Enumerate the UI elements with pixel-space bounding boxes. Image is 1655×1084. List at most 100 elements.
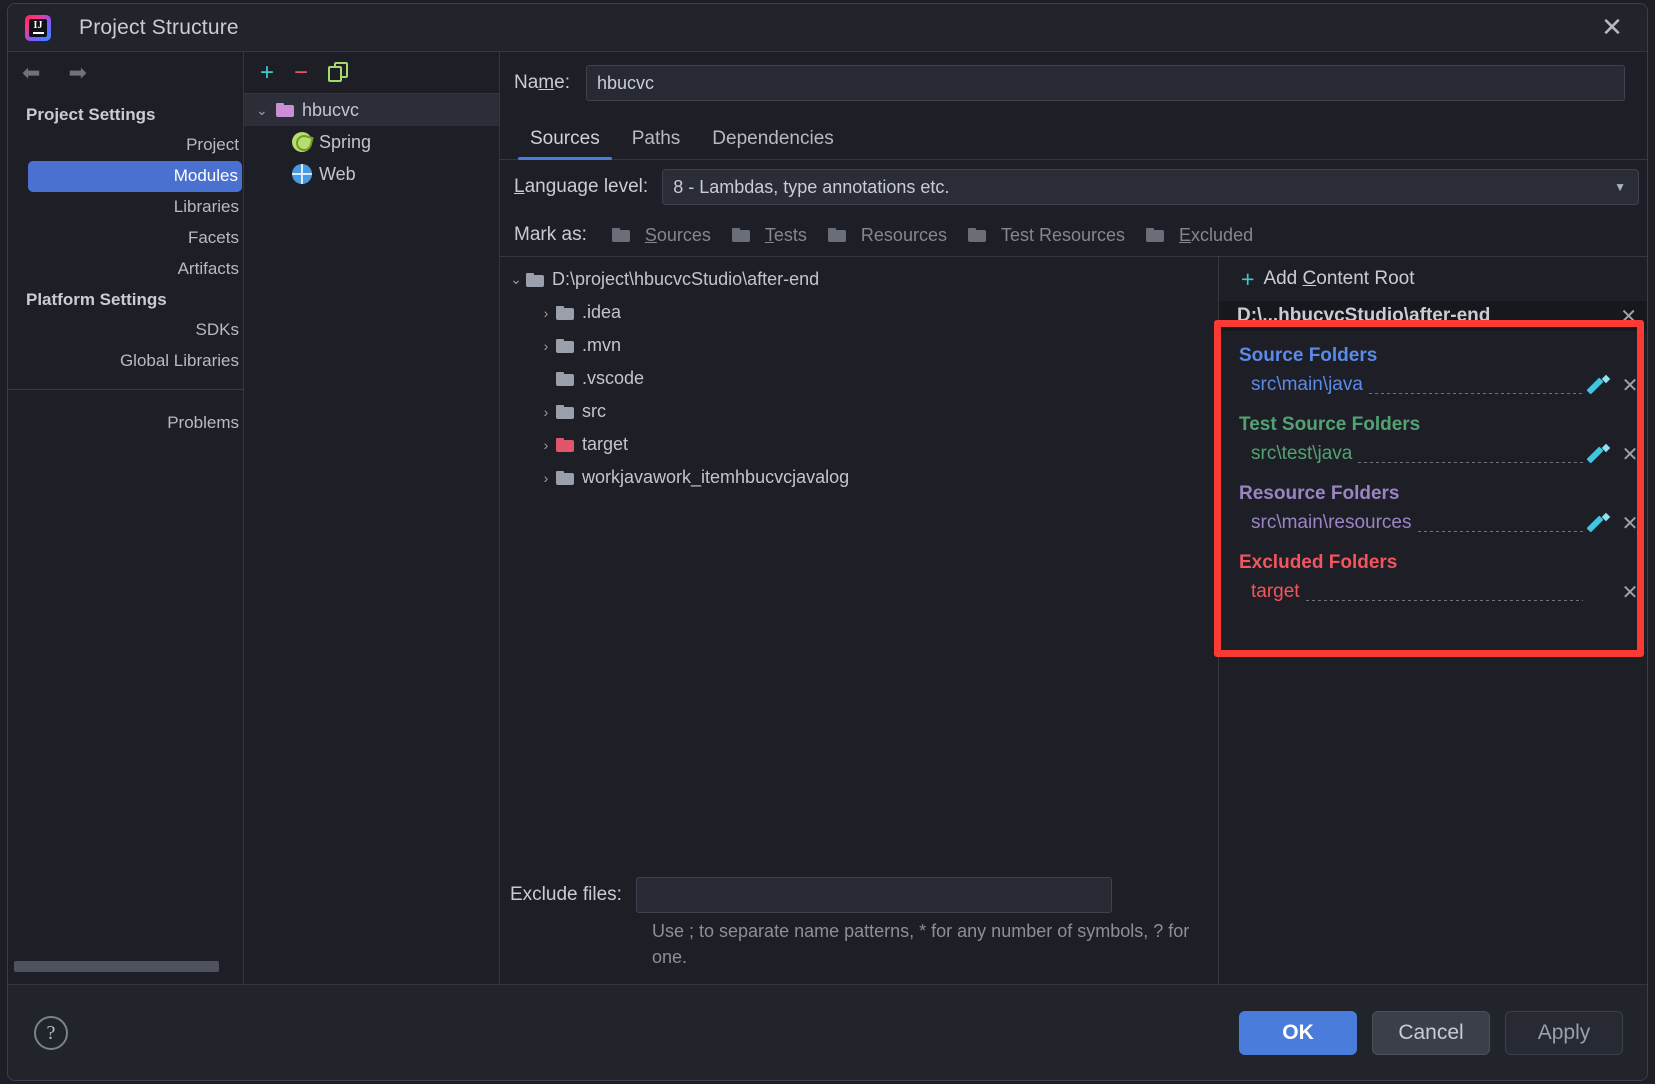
sidebar-item-project[interactable]: Project	[8, 130, 243, 161]
sidebar-item-problems[interactable]: Problems	[8, 408, 243, 439]
chevron-right-icon[interactable]: ›	[536, 437, 556, 453]
help-icon[interactable]: ?	[34, 1015, 68, 1050]
module-facet-spring[interactable]: Spring	[244, 126, 499, 158]
remove-resource-folder-icon[interactable]: ✕	[1621, 511, 1639, 536]
add-content-root-button[interactable]: + Add Content Root	[1219, 257, 1647, 301]
sidebar-item-label: SDKs	[195, 320, 239, 339]
excluded-folders-group: Excluded Folders target ✕	[1219, 538, 1647, 607]
remove-excluded-folder-icon[interactable]: ✕	[1621, 580, 1639, 605]
sidebar-item-sdks[interactable]: SDKs	[8, 315, 243, 346]
tab-paths[interactable]: Paths	[616, 128, 697, 160]
excluded-folder-entry[interactable]: target ✕	[1239, 577, 1647, 607]
folder-icon	[556, 470, 574, 485]
chevron-right-icon[interactable]: ›	[536, 305, 556, 321]
add-module-icon[interactable]: +	[260, 60, 274, 85]
mark-as-label-text: Resources	[860, 224, 947, 245]
sidebar-item-global-libraries[interactable]: Global Libraries	[8, 346, 243, 377]
chevron-down-icon[interactable]: ⌄	[256, 102, 276, 119]
edit-test-source-folder-icon[interactable]	[1589, 443, 1611, 465]
resource-folder-entry[interactable]: src\main\resources ✕	[1239, 508, 1647, 538]
sidebar-horizontal-scrollbar[interactable]	[14, 961, 219, 972]
sidebar-item-artifacts[interactable]: Artifacts	[8, 254, 243, 285]
module-node-label: hbucvc	[302, 99, 360, 120]
edit-resource-folder-icon[interactable]	[1589, 512, 1611, 534]
file-tree-label: .idea	[582, 302, 622, 322]
folder-icon	[731, 228, 750, 242]
mark-as-tests-button[interactable]: Tests	[724, 223, 815, 248]
file-tree-row[interactable]: › target	[500, 428, 1218, 461]
remove-content-root-icon[interactable]: ✕	[1620, 304, 1637, 329]
close-icon[interactable]: ✕	[1599, 14, 1625, 41]
footer-buttons: OK Cancel Apply	[1239, 1010, 1647, 1055]
source-folder-path: src\main\java	[1251, 374, 1363, 395]
mark-as-row: Mark as: Sources Tests Resources Test Re…	[500, 214, 1647, 256]
sidebar-divider	[8, 389, 243, 390]
nav-history-controls: ⬅ ➡	[8, 52, 243, 94]
sidebar-item-label: Problems	[167, 413, 239, 432]
module-name-input[interactable]	[585, 65, 1625, 101]
sidebar-item-label: Global Libraries	[119, 351, 239, 370]
file-tree-row[interactable]: .vscode	[500, 362, 1218, 395]
source-folder-entry[interactable]: src\main\java ✕	[1239, 370, 1647, 400]
tab-dependencies[interactable]: Dependencies	[696, 128, 849, 160]
file-tree-row[interactable]: ⌄ D:\project\hbucvcStudio\after-end	[500, 263, 1218, 296]
window-title: Project Structure	[79, 15, 239, 39]
file-tree-label: .mvn	[582, 335, 622, 355]
ok-button[interactable]: OK	[1239, 1010, 1357, 1055]
sidebar-item-libraries[interactable]: Libraries	[8, 192, 243, 223]
exclude-files-input[interactable]	[635, 876, 1112, 913]
cancel-button[interactable]: Cancel	[1372, 1010, 1490, 1055]
excluded-folder-path: target	[1251, 581, 1300, 602]
forward-arrow-icon[interactable]: ➡	[68, 62, 86, 84]
test-source-folder-entry[interactable]: src\test\java ✕	[1239, 439, 1647, 469]
module-node-hbucvc[interactable]: ⌄ hbucvc	[244, 94, 499, 126]
file-tree-row[interactable]: › src	[500, 395, 1218, 428]
source-folders-title: Source Folders	[1239, 345, 1378, 366]
sidebar-item-label: Modules	[173, 166, 238, 185]
language-level-select[interactable]: 8 - Lambdas, type annotations etc. ▼	[662, 169, 1639, 205]
resource-folders-group: Resource Folders src\main\resources ✕	[1219, 469, 1647, 538]
sidebar-item-modules[interactable]: Modules	[28, 161, 242, 192]
module-facet-web[interactable]: Web	[244, 158, 499, 190]
chevron-right-icon[interactable]: ›	[536, 338, 556, 354]
chevron-down-icon[interactable]: ▼	[1614, 180, 1626, 194]
mark-as-label-text: Test Resources	[1000, 224, 1126, 245]
remove-module-icon[interactable]: −	[294, 60, 308, 85]
content-file-tree: ⌄ D:\project\hbucvcStudio\after-end › .i…	[500, 257, 1219, 984]
chevron-right-icon[interactable]: ›	[536, 404, 556, 420]
chevron-down-icon[interactable]: ⌄	[506, 271, 526, 288]
file-tree-row[interactable]: › .mvn	[500, 329, 1218, 362]
apply-button[interactable]: Apply	[1505, 1010, 1623, 1055]
resource-folder-path: src\main\resources	[1251, 512, 1412, 533]
tab-sources[interactable]: Sources	[514, 128, 616, 160]
source-folders-group: Source Folders src\main\java ✕	[1219, 331, 1647, 400]
mark-as-label-text: Tests	[764, 224, 807, 245]
sidebar-item-label: Artifacts	[177, 259, 239, 278]
copy-module-icon[interactable]	[328, 61, 350, 84]
sidebar-item-facets[interactable]: Facets	[8, 223, 243, 254]
chevron-right-icon[interactable]: ›	[536, 470, 556, 486]
module-facet-label: Web	[319, 163, 356, 184]
back-arrow-icon[interactable]: ⬅	[22, 62, 40, 84]
dotted-leader	[1305, 599, 1583, 601]
edit-source-folder-icon[interactable]	[1589, 374, 1611, 396]
module-folder-icon	[276, 103, 294, 117]
content-root-header[interactable]: D:\...hbucvcStudio\after-end ✕	[1219, 301, 1647, 331]
settings-sidebar: ⬅ ➡ Project Settings Project Modules Lib…	[8, 52, 244, 984]
dialog-footer: ? OK Cancel Apply	[8, 984, 1647, 1080]
sources-split: ⌄ D:\project\hbucvcStudio\after-end › .i…	[500, 256, 1647, 984]
test-source-folders-group: Test Source Folders src\test\java ✕	[1219, 400, 1647, 469]
file-tree-row[interactable]: › .idea	[500, 296, 1218, 329]
remove-test-source-folder-icon[interactable]: ✕	[1621, 442, 1639, 467]
mark-as-excluded-button[interactable]: Excluded	[1138, 223, 1261, 248]
remove-source-folder-icon[interactable]: ✕	[1621, 373, 1639, 398]
file-tree-label: .vscode	[582, 368, 645, 388]
mark-as-label-text: Sources	[644, 224, 711, 245]
language-level-value: 8 - Lambdas, type annotations etc.	[673, 176, 950, 197]
mark-as-sources-button[interactable]: Sources	[604, 223, 719, 248]
file-tree-row[interactable]: › workjavawork_itemhbucvcjavalog	[500, 461, 1218, 494]
mark-as-test-resources-button[interactable]: Test Resources	[960, 223, 1133, 248]
mark-as-resources-button[interactable]: Resources	[820, 223, 955, 248]
exclude-files-area: Exclude files: Use ; to separate name pa…	[500, 872, 1218, 984]
excluded-folder-icon	[556, 437, 574, 452]
